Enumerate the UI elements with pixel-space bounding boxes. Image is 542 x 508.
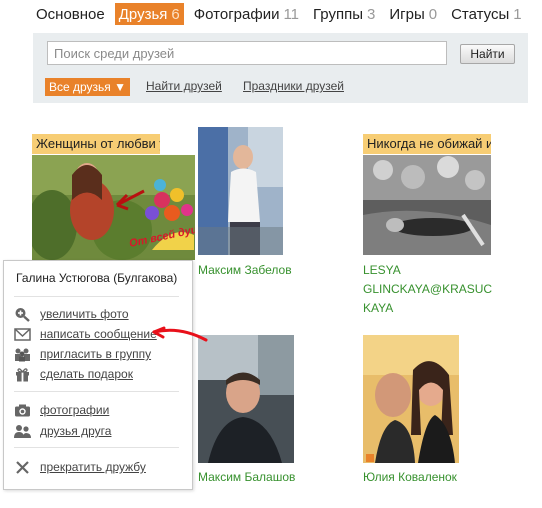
tab-photos-count: 11: [283, 5, 300, 23]
online-status-dot: [366, 454, 374, 462]
friends-icon: [14, 424, 31, 438]
friend-photo-1-image: От всей души!: [32, 155, 195, 260]
tab-photos-label: Фотографии: [193, 5, 280, 23]
friends-search-input[interactable]: [47, 41, 447, 65]
annotation-arrow: [152, 326, 208, 342]
tab-friends-count: 6: [171, 5, 180, 23]
tab-statuses-label: Статусы: [451, 5, 510, 23]
menu-item-friends-of-friend-label: друзья друга: [40, 424, 112, 438]
search-button[interactable]: Найти: [460, 44, 515, 64]
all-friends-filter[interactable]: Все друзья ▼: [45, 78, 131, 96]
tab-games[interactable]: Игры 0: [385, 3, 441, 25]
menu-item-send-message[interactable]: написать сообщение: [14, 326, 157, 342]
tab-statuses[interactable]: Статусы 1: [447, 3, 526, 25]
friend-name-3-line-3: KAYA: [363, 301, 394, 315]
menu-item-invite-to-group-label: пригласить в группу: [40, 347, 152, 361]
menu-item-give-gift-label: сделать подарок: [40, 367, 133, 381]
popup-separator-2: [14, 391, 179, 392]
menu-item-end-friendship-label: прекратить дружбу: [40, 460, 146, 474]
people-group-icon: [15, 348, 30, 361]
tab-main[interactable]: Основное: [32, 3, 109, 25]
friend-photo-4-image: [198, 335, 294, 463]
tab-groups-label: Группы: [313, 5, 364, 23]
tab-groups[interactable]: Группы 3: [309, 3, 379, 25]
tab-groups-count: 3: [367, 5, 376, 23]
menu-item-invite-to-group[interactable]: пригласить в группу: [14, 346, 151, 362]
menu-item-photos-label: фотографии: [40, 403, 110, 417]
gift-icon: [16, 367, 29, 381]
zoom-plus-icon: [15, 307, 30, 322]
friend-name-2[interactable]: Максим Забелов: [198, 261, 292, 280]
popup-separator-3: [14, 447, 179, 448]
menu-item-send-message-label: написать сообщение: [40, 327, 157, 341]
friend-photo-3[interactable]: [363, 155, 491, 255]
menu-item-give-gift[interactable]: сделать подарок: [14, 366, 133, 382]
friends-holidays-link[interactable]: Праздники друзей: [243, 79, 344, 93]
tab-friends[interactable]: Друзья 6: [114, 3, 184, 25]
friend-name-4[interactable]: Максим Балашов: [198, 468, 295, 487]
envelope-icon: [14, 327, 31, 341]
friend-photo-2[interactable]: [198, 127, 283, 255]
menu-item-friends-of-friend[interactable]: друзья друга: [14, 423, 111, 439]
friend-photo-2-image: [198, 127, 283, 255]
friend-name-3[interactable]: LESYA GLINCKAYA@KRASUC KAYA: [363, 261, 503, 318]
tab-photos[interactable]: Фотографии 11: [190, 3, 303, 25]
menu-item-enlarge-photo-label: увеличить фото: [40, 307, 129, 321]
cross-icon: [16, 460, 29, 474]
friend-name-5[interactable]: Юлия Коваленок: [363, 468, 457, 487]
popup-separator-1: [14, 296, 179, 297]
friend-photo-5-image: [363, 335, 459, 463]
tab-friends-label: Друзья: [118, 5, 168, 23]
tab-games-count: 0: [428, 5, 438, 23]
friend-photo-1[interactable]: От всей души!: [32, 155, 195, 260]
tab-main-label: Основное: [36, 5, 105, 23]
menu-item-enlarge-photo[interactable]: увеличить фото: [14, 306, 129, 322]
friend-photo-3-image: [363, 155, 491, 255]
tab-games-label: Игры: [389, 5, 425, 23]
menu-item-photos[interactable]: фотографии: [14, 402, 109, 418]
friend-name-3-line-2: GLINCKAYA@KRASUC: [363, 282, 493, 296]
friend-actions-popup: Галина Устюгова (Булгакова) увеличить фо…: [3, 260, 193, 490]
friends-search-panel: Найти Все друзья ▼ Найти друзей Праздник…: [33, 33, 528, 103]
menu-item-end-friendship[interactable]: прекратить дружбу: [14, 459, 146, 475]
popup-person-name: Галина Устюгова (Булгакова): [16, 271, 178, 285]
tab-statuses-count: 1: [513, 5, 522, 23]
friend-status-caption-1: Женщины от любви у: [32, 134, 160, 154]
friend-photo-5[interactable]: [363, 335, 459, 463]
friend-name-3-line-1: LESYA: [363, 263, 401, 277]
friend-photo-4[interactable]: [198, 335, 294, 463]
camera-icon: [15, 404, 30, 416]
find-friends-link[interactable]: Найти друзей: [146, 79, 222, 93]
friend-status-caption-3: Никогда не обижай и: [363, 134, 491, 154]
profile-tabs: Основное Друзья 6 Фотографии 11 Группы 3 Иг…: [32, 3, 532, 25]
